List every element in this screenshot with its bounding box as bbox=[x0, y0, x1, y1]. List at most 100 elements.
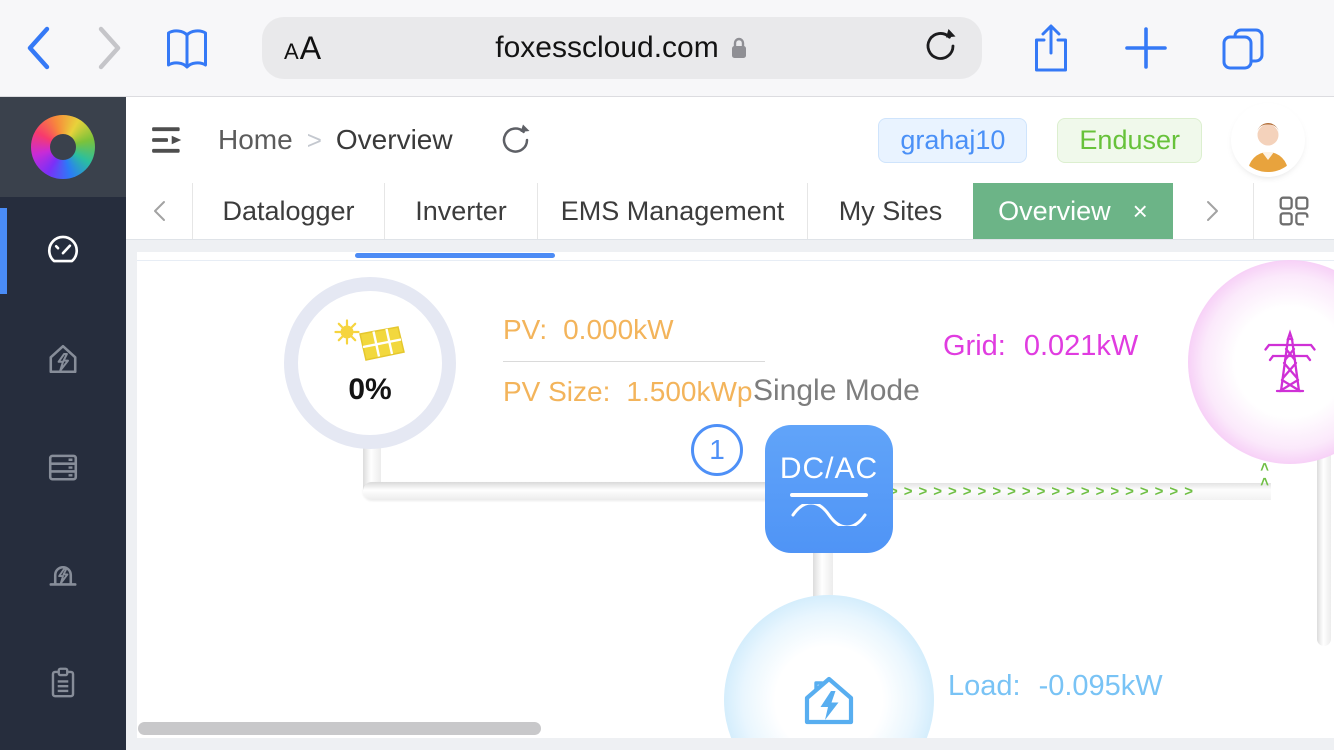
pv-size-value: 1.500kWp bbox=[626, 376, 752, 408]
reader-small-a: A bbox=[284, 39, 300, 64]
pv-divider bbox=[503, 361, 765, 362]
pv-node[interactable]: 0% bbox=[284, 277, 456, 449]
tabs-menu-button[interactable] bbox=[1253, 183, 1334, 239]
solar-panel-icon bbox=[334, 319, 406, 371]
url-display: foxesscloud.com bbox=[262, 31, 982, 65]
foxess-logo-icon bbox=[31, 115, 95, 179]
tabs-scroll-right-button[interactable] bbox=[1173, 183, 1253, 239]
chevron-left-icon bbox=[24, 25, 52, 71]
tab-label: Datalogger bbox=[222, 196, 354, 227]
breadcrumb: Home > Overview bbox=[218, 124, 453, 156]
inverter-node[interactable]: DC/AC bbox=[765, 425, 893, 553]
lock-icon bbox=[729, 35, 749, 61]
card-top-divider bbox=[137, 260, 1334, 261]
tab-label: My Sites bbox=[839, 196, 943, 227]
user-avatar[interactable] bbox=[1236, 108, 1300, 172]
grid-info: Grid: 0.021kW bbox=[943, 330, 1138, 363]
grid-menu-icon bbox=[1275, 192, 1313, 230]
grid-value: 0.021kW bbox=[1024, 330, 1138, 363]
pv-info: PV: 0.000kW PV Size: 1.500kWp bbox=[503, 314, 779, 408]
avatar-person-icon bbox=[1236, 108, 1300, 172]
power-tower-icon bbox=[1254, 327, 1326, 397]
chevron-right-icon bbox=[1206, 200, 1220, 222]
plus-icon bbox=[1124, 26, 1168, 70]
sidebar-item-datalogger[interactable] bbox=[0, 413, 126, 521]
tab-overview-active[interactable]: Overview × bbox=[973, 183, 1173, 239]
pv-label: PV: bbox=[503, 314, 547, 346]
load-label: Load: bbox=[948, 670, 1021, 703]
report-clipboard-icon bbox=[44, 664, 82, 702]
sidebar-item-dashboard[interactable] bbox=[0, 197, 126, 305]
inverter-index-badge[interactable]: 1 bbox=[691, 424, 743, 476]
tab-close-icon[interactable]: × bbox=[1133, 196, 1148, 227]
flow-arrows-inverter-to-grid: >>>>>>>>>>>>>>>>>>>>> bbox=[889, 483, 1271, 500]
plant-home-energy-icon bbox=[43, 339, 83, 379]
book-icon bbox=[164, 26, 210, 70]
app-logo-block bbox=[0, 97, 126, 197]
username-badge: grahaj10 bbox=[878, 118, 1027, 163]
page-refresh-button[interactable] bbox=[499, 122, 533, 158]
inverter-label: DC/AC bbox=[780, 452, 878, 486]
tabs-overview-button[interactable] bbox=[1220, 25, 1266, 71]
address-bar[interactable]: AA foxesscloud.com bbox=[262, 17, 982, 79]
browser-back-button[interactable] bbox=[24, 25, 52, 71]
load-info: Load: -0.095kW bbox=[948, 670, 1163, 703]
breadcrumb-separator-icon: > bbox=[307, 125, 322, 156]
new-tab-button[interactable] bbox=[1124, 26, 1168, 70]
overview-diagram-card: >>>>>>>>>>>>>>>>>>>>> >>> bbox=[137, 252, 1334, 738]
screen: AA foxesscloud.com bbox=[0, 0, 1334, 750]
url-text: foxesscloud.com bbox=[495, 31, 718, 65]
bookmarks-button[interactable] bbox=[164, 26, 210, 70]
collapse-menu-icon bbox=[150, 125, 186, 155]
breadcrumb-home[interactable]: Home bbox=[218, 124, 293, 156]
breadcrumb-current: Overview bbox=[336, 124, 453, 156]
reload-icon bbox=[922, 26, 960, 66]
sidebar bbox=[0, 97, 126, 750]
house-energy-icon bbox=[797, 670, 861, 730]
pipe-inverter-to-load bbox=[813, 552, 833, 598]
grid-node[interactable] bbox=[1188, 260, 1334, 464]
bottom-horizontal-scrollbar[interactable] bbox=[138, 722, 541, 735]
tab-datalogger[interactable]: Datalogger bbox=[192, 183, 384, 239]
tabs-icon bbox=[1220, 25, 1266, 71]
page-tabs-bar: Datalogger Inverter EMS Management My Si… bbox=[126, 183, 1334, 240]
top-horizontal-scrollbar[interactable] bbox=[355, 253, 555, 258]
inverter-divider bbox=[790, 493, 868, 497]
content-area: >>>>>>>>>>>>>>>>>>>>> >>> bbox=[126, 240, 1334, 750]
tab-label: Overview bbox=[998, 196, 1111, 227]
alarm-light-icon bbox=[43, 555, 83, 595]
tabs-scroll-left-button[interactable] bbox=[126, 183, 192, 239]
sine-wave-icon bbox=[790, 504, 868, 526]
chevron-right-icon bbox=[96, 25, 124, 71]
sidebar-item-report[interactable] bbox=[0, 629, 126, 737]
top-header-bar: Home > Overview grahaj10 Enduser bbox=[126, 97, 1334, 183]
tab-label: EMS Management bbox=[561, 196, 785, 227]
reader-big-a: A bbox=[300, 30, 322, 66]
tab-ems-management[interactable]: EMS Management bbox=[537, 183, 807, 239]
pv-value: 0.000kW bbox=[563, 314, 674, 346]
dashboard-gauge-icon bbox=[44, 232, 82, 270]
refresh-icon bbox=[499, 122, 533, 158]
datalogger-server-icon bbox=[43, 447, 83, 487]
reload-button[interactable] bbox=[922, 26, 960, 71]
chevron-left-icon bbox=[152, 200, 166, 222]
inverter-mode-label: Single Mode bbox=[753, 374, 920, 408]
tab-inverter[interactable]: Inverter bbox=[384, 183, 537, 239]
reader-text-size-button[interactable]: AA bbox=[284, 30, 322, 67]
load-node[interactable] bbox=[724, 595, 934, 738]
load-value: -0.095kW bbox=[1039, 670, 1163, 703]
grid-label: Grid: bbox=[943, 330, 1006, 363]
role-badge: Enduser bbox=[1057, 118, 1202, 163]
share-icon bbox=[1030, 22, 1072, 74]
tab-my-sites[interactable]: My Sites bbox=[807, 183, 973, 239]
sidebar-collapse-button[interactable] bbox=[150, 125, 186, 155]
pipe-grid-vertical bbox=[1317, 432, 1331, 646]
browser-toolbar: AA foxesscloud.com bbox=[0, 0, 1334, 97]
sidebar-item-alarm[interactable] bbox=[0, 521, 126, 629]
pv-size-label: PV Size: bbox=[503, 376, 610, 408]
share-button[interactable] bbox=[1030, 22, 1072, 74]
tab-label: Inverter bbox=[415, 196, 507, 227]
browser-forward-button[interactable] bbox=[96, 25, 124, 71]
pipe-pv-to-inverter bbox=[363, 482, 767, 500]
sidebar-item-plant[interactable] bbox=[0, 305, 126, 413]
